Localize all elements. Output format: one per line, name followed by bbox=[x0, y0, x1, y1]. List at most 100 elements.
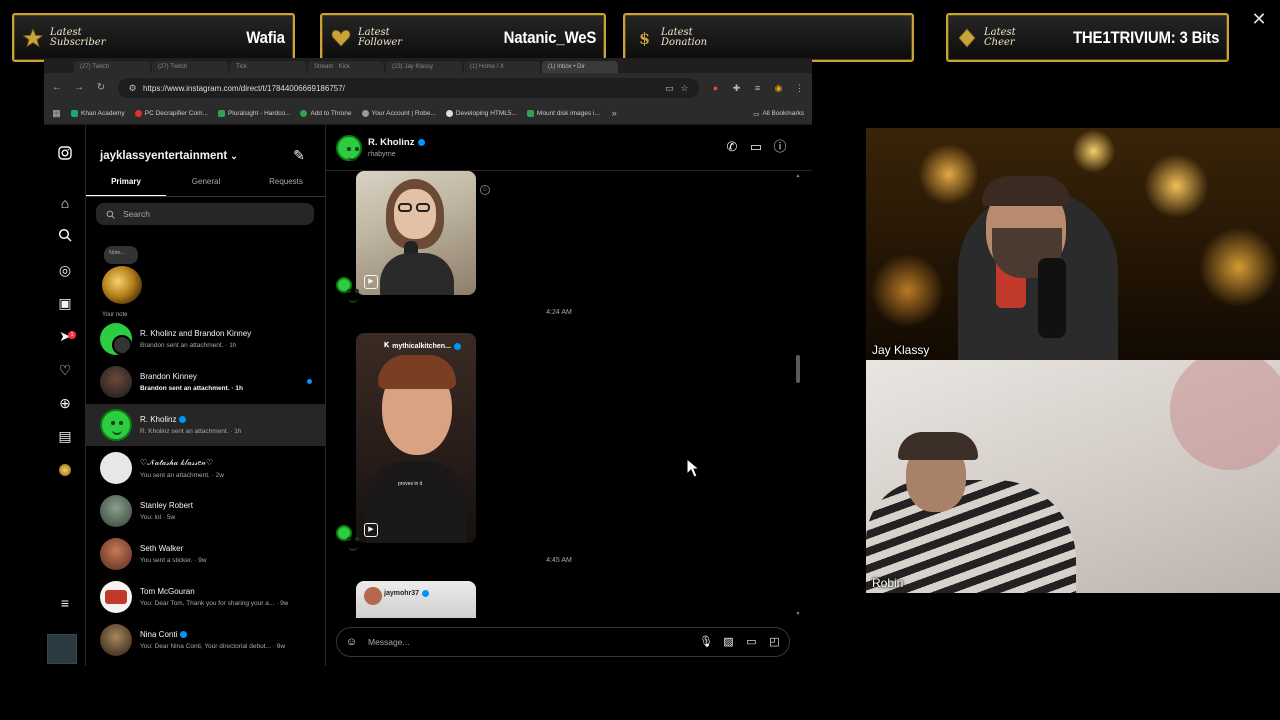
scroll-up-icon[interactable]: ▲ bbox=[795, 173, 801, 179]
inbox-tabs: Primary General Requests bbox=[86, 175, 326, 197]
search-icon[interactable] bbox=[57, 228, 73, 244]
reels-icon: ▶ bbox=[364, 523, 378, 537]
instagram-logo-icon[interactable] bbox=[57, 146, 73, 162]
bookmark-item[interactable]: Developing HTML5... bbox=[445, 110, 517, 117]
your-note[interactable]: Note... Your note bbox=[100, 242, 144, 318]
chat-contact-name[interactable]: R. Kholinz bbox=[368, 137, 414, 148]
latest-donation-alert: $ Latest Donation bbox=[623, 13, 914, 62]
conversation-item[interactable]: Nina Conti You: Dear Nina Conti, Your dir… bbox=[86, 619, 326, 661]
scroll-thumb[interactable] bbox=[796, 355, 800, 383]
gif-icon[interactable]: ▭ bbox=[745, 636, 758, 649]
tab-general[interactable]: General bbox=[166, 175, 246, 196]
emoji-react-icon[interactable]: ☺ bbox=[480, 185, 490, 195]
browser-tab[interactable]: (1) Home / X bbox=[464, 61, 540, 73]
bookmark-item[interactable]: Mount disk images i... bbox=[526, 110, 600, 117]
bookmark-item[interactable]: Add to Throne bbox=[300, 110, 352, 117]
webcam-jay-klassy: Jay Klassy bbox=[866, 128, 1280, 360]
sender-avatar bbox=[336, 277, 358, 303]
browser-tab[interactable]: Stream · Kick bbox=[308, 61, 384, 73]
video-call-icon[interactable]: ▭ bbox=[748, 139, 764, 155]
conversation-item[interactable]: Stanley Robert You: lol · 5w bbox=[86, 490, 326, 532]
message-composer[interactable]: ☺ Message... 🎙 ▨ ▭ ◰ bbox=[336, 627, 790, 657]
account-switcher[interactable]: jayklassyentertainment ⌄ bbox=[100, 150, 238, 162]
puzzle-extension-icon[interactable]: ✚ bbox=[732, 83, 741, 93]
chat-header: R. Kholinz rhabyrne ✆ ▭ ⓘ bbox=[326, 125, 812, 171]
reload-icon[interactable]: ↻ bbox=[96, 83, 106, 93]
conversation-name: Nina Conti bbox=[140, 630, 178, 639]
url-text: https://www.instagram.com/direct/t/17844… bbox=[143, 83, 345, 93]
home-icon[interactable]: ⌂ bbox=[57, 195, 73, 211]
avatar[interactable] bbox=[336, 135, 362, 161]
shared-reel[interactable]: 𝐊mythicalkitchen... proves in it ▶ bbox=[356, 333, 476, 543]
menu-kebab-icon[interactable]: ⋮ bbox=[795, 83, 804, 93]
tab-primary[interactable]: Primary bbox=[86, 175, 166, 196]
conversation-preview: Brandon sent an attachment. · 1h bbox=[140, 385, 243, 392]
microphone-icon[interactable]: 🎙 bbox=[699, 636, 713, 649]
shared-reel[interactable]: jaymohr37 bbox=[356, 581, 476, 618]
conversation-item-selected[interactable]: R. Kholinz R. Kholinz sent an attachment.… bbox=[86, 404, 326, 446]
conversation-item[interactable]: R. Kholinz and Brandon Kinney Brandon sen… bbox=[86, 318, 326, 360]
all-bookmarks[interactable]: ▭ All Bookmarks bbox=[753, 110, 804, 118]
address-bar[interactable]: ⚙ https://www.instagram.com/direct/t/178… bbox=[118, 78, 699, 98]
explore-compass-icon[interactable]: ◎ bbox=[57, 262, 73, 278]
search-input[interactable]: Search bbox=[96, 203, 314, 225]
more-bookmarks-icon[interactable]: » bbox=[610, 109, 619, 118]
forward-icon[interactable]: → bbox=[74, 83, 84, 93]
conversation-preview: You: Dear Nina Conti, Your directorial d… bbox=[140, 643, 286, 650]
throne-icon bbox=[300, 110, 308, 117]
verified-badge-icon bbox=[179, 416, 187, 423]
conversation-name: Tom McGouran bbox=[140, 587, 195, 596]
create-plus-icon[interactable]: ⊕ bbox=[57, 395, 73, 411]
heart-icon[interactable]: ♡ bbox=[57, 362, 73, 378]
image-icon[interactable]: ▨ bbox=[722, 636, 735, 649]
conversation-name: ♡𝒩𝒶𝓉𝒶𝓈𝒽𝒶 𝓀𝓁𝒶𝓈𝓈𝑒𝓃♡ bbox=[140, 457, 214, 467]
conversation-item[interactable]: ♡𝒩𝒶𝓉𝒶𝓈𝒽𝒶 𝓀𝓁𝒶𝓈𝓈𝑒𝓃♡ You sent an attachment.… bbox=[86, 447, 326, 489]
no-entry-icon bbox=[134, 110, 142, 117]
scroll-down-icon[interactable]: ▼ bbox=[795, 611, 801, 617]
bookmark-item[interactable]: Khan Academy bbox=[71, 110, 125, 117]
conversation-item[interactable]: Brandon Kinney Brandon sent an attachment… bbox=[86, 361, 326, 403]
apps-grid-icon[interactable]: ▦ bbox=[52, 109, 61, 118]
browser-tab[interactable]: (27) Twitch bbox=[74, 61, 150, 73]
media-icon[interactable]: ≡ bbox=[753, 83, 762, 93]
star-badge-icon bbox=[22, 27, 44, 49]
reels-icon[interactable]: ▣ bbox=[57, 295, 73, 311]
svg-text:$: $ bbox=[639, 29, 650, 48]
insights-chart-icon[interactable]: ▤ bbox=[57, 428, 73, 444]
bookmark-item[interactable]: Your Account | Robe... bbox=[361, 110, 436, 117]
alert-label: Latest Donation bbox=[661, 26, 708, 48]
back-icon[interactable]: ← bbox=[52, 83, 62, 93]
site-info-icon[interactable]: ⚙ bbox=[128, 83, 137, 93]
close-icon[interactable]: ✕ bbox=[1250, 10, 1268, 28]
bookmark-star-icon[interactable]: ☆ bbox=[680, 83, 689, 93]
profile-avatar[interactable] bbox=[59, 464, 71, 476]
emoji-icon[interactable]: ☺ bbox=[345, 636, 358, 649]
browser-toolbar: ← → ↻ ⚙ https://www.instagram.com/direct… bbox=[44, 73, 812, 103]
browser-tab[interactable]: Tick bbox=[230, 61, 306, 73]
compose-icon[interactable]: ✎ bbox=[291, 147, 307, 163]
profile-icon[interactable]: ◉ bbox=[774, 83, 783, 93]
conversation-item[interactable]: Tom McGouran You: Dear Tom, Thank you for… bbox=[86, 576, 326, 618]
alert-value: THE1TRIVIUM: 3 Bits bbox=[1072, 27, 1219, 47]
record-extension-icon[interactable]: ● bbox=[711, 83, 720, 93]
webcam-label: Robin bbox=[872, 576, 904, 590]
avatar bbox=[100, 452, 132, 484]
bottom-thumbnail bbox=[47, 634, 77, 664]
info-icon[interactable]: ⓘ bbox=[772, 139, 788, 155]
browser-tab-active[interactable]: (1) Inbox • Dir bbox=[542, 61, 618, 73]
hamburger-menu-icon[interactable]: ≡ bbox=[57, 595, 73, 611]
browser-tab[interactable]: (23) Jay Klassy bbox=[386, 61, 462, 73]
avatar bbox=[100, 538, 132, 570]
cast-icon[interactable]: ▭ bbox=[665, 83, 674, 93]
message-input[interactable]: Message... bbox=[368, 637, 689, 647]
bookmark-item[interactable]: PC Decrapifier Com... bbox=[134, 110, 208, 117]
phone-call-icon[interactable]: ✆ bbox=[724, 139, 740, 155]
k-logo-icon bbox=[526, 110, 534, 117]
bookmark-item[interactable]: Pluralsight - Hardco... bbox=[217, 110, 290, 117]
chat-scrollbar[interactable]: ▲ ▼ bbox=[794, 173, 802, 617]
sticker-icon[interactable]: ◰ bbox=[768, 636, 781, 649]
tab-requests[interactable]: Requests bbox=[246, 175, 326, 196]
conversation-item[interactable]: Seth Walker You sent a sticker. · 9w bbox=[86, 533, 326, 575]
shared-reel[interactable]: ▶ bbox=[356, 171, 476, 295]
browser-tab[interactable]: (27) Twitch bbox=[152, 61, 228, 73]
